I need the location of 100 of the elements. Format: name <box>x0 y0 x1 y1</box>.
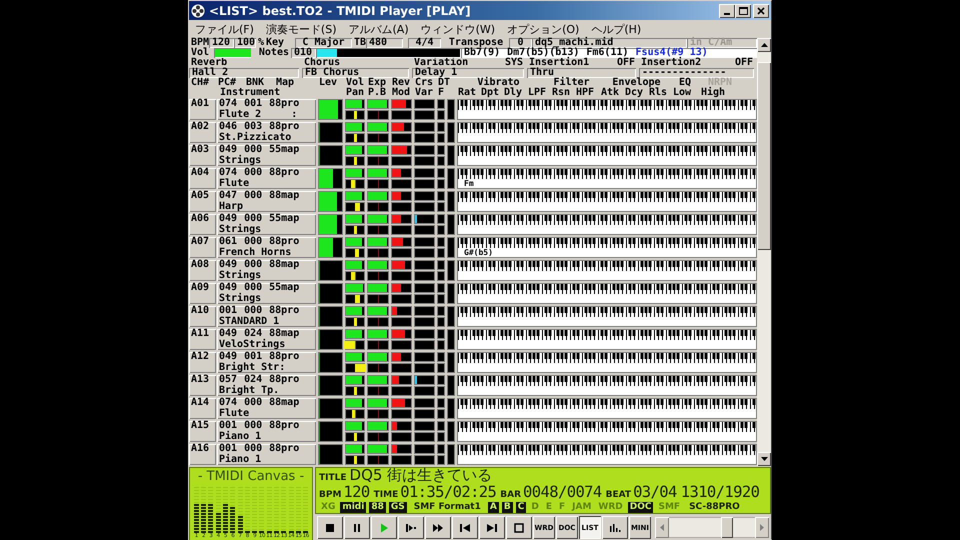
key-label: Key <box>266 38 284 48</box>
column-header: Rev <box>391 78 412 88</box>
detune-meter <box>437 145 445 155</box>
bank-number: 000 <box>244 444 262 454</box>
effect-value: Delay 1 <box>412 68 524 78</box>
column-header: Dpt <box>480 88 500 98</box>
filter-meter <box>447 375 455 396</box>
instrument-name: Flute 2 : <box>219 110 298 120</box>
bank-number: 000 <box>244 237 262 247</box>
map-name: 55map <box>269 283 300 294</box>
bank-number: 000 <box>244 306 262 316</box>
menu-item[interactable]: ヘルプ(H) <box>585 22 648 36</box>
effect-tag: OFF <box>616 58 635 68</box>
fine-meter <box>437 294 445 304</box>
percent-sign: % <box>257 38 264 48</box>
variation-meter <box>414 179 435 189</box>
map-name: 88pro <box>269 122 300 132</box>
fine-meter <box>437 156 445 166</box>
detune-meter <box>437 375 445 385</box>
column-header: Map <box>276 78 296 88</box>
status-label: D <box>530 502 540 513</box>
instrument-name: Strings <box>219 294 262 304</box>
filter-meter <box>447 145 455 166</box>
tb-value: 480 <box>366 38 403 48</box>
fine-meter <box>437 409 445 419</box>
channel-cell: A14 <box>189 398 216 419</box>
detune-meter <box>437 168 445 178</box>
bar-chart-button[interactable] <box>602 516 628 539</box>
column-header: DT <box>438 78 452 88</box>
fast-forward-icon <box>432 522 444 532</box>
instrument-name: Strings <box>219 156 262 166</box>
window-icon <box>513 522 525 532</box>
vertical-scrollbar[interactable] <box>757 38 771 466</box>
map-name: 88pro <box>269 375 300 386</box>
minimize-button[interactable] <box>719 4 735 18</box>
filter-meter <box>447 191 455 212</box>
instrument-name: St.Pizzicato <box>219 132 292 143</box>
column-header: Instrument <box>219 88 280 98</box>
time-signature: 4/4 <box>408 38 441 48</box>
effect-tag: OFF <box>734 58 753 68</box>
skip-forward-icon <box>486 522 498 532</box>
detune-meter <box>437 260 445 270</box>
close-button[interactable] <box>753 4 769 18</box>
status-label: B <box>502 502 513 513</box>
variation-meter <box>414 340 435 350</box>
variation-meter <box>414 248 435 258</box>
position-slider[interactable] <box>655 517 769 538</box>
detune-meter <box>437 283 445 293</box>
skip-back-button[interactable] <box>452 516 478 539</box>
filter-meter <box>447 306 455 327</box>
instrument-name: Piano 1 <box>219 454 262 465</box>
map-name: 88pro <box>269 421 300 432</box>
minimize-icon <box>724 12 730 14</box>
maximize-button[interactable] <box>735 4 751 18</box>
skip-forward-button[interactable] <box>479 516 505 539</box>
notes-label: Notes <box>258 48 290 58</box>
filter-meter <box>447 99 455 120</box>
window-title: <LIST> best.TO2 - TMIDI Player [PLAY] <box>209 4 471 18</box>
map-name: 88map <box>269 260 300 270</box>
channel-cell: A12 <box>189 352 216 373</box>
menu-item[interactable]: 演奏モード(S) <box>260 22 342 36</box>
program-number: 049 <box>219 145 238 155</box>
menu-item[interactable]: ファイル(F) <box>189 22 260 36</box>
bank-number: 000 <box>244 260 262 270</box>
slider-thumb[interactable] <box>720 517 733 538</box>
channel-cell: A06 <box>189 214 216 235</box>
menu-item[interactable]: オプション(O) <box>501 22 586 36</box>
fine-meter <box>437 340 445 350</box>
variation-meter <box>414 156 435 166</box>
column-header: High <box>700 88 726 98</box>
step-forward-button[interactable] <box>398 516 424 539</box>
detune-meter <box>437 122 445 132</box>
transpose-label: Transpose <box>448 38 504 48</box>
instrument-name: Bright Tp. <box>219 386 280 396</box>
channel-cell: A07 <box>189 237 216 258</box>
chorus-meter <box>414 352 435 362</box>
channel-cell: A02 <box>189 122 216 143</box>
key-value: C Major <box>295 38 352 48</box>
menu-item[interactable]: ウィンドウ(W) <box>414 22 502 36</box>
tb-label: TB <box>353 38 366 48</box>
bank-number: 000 <box>244 283 262 293</box>
chord-label: G#(b5) <box>464 248 493 257</box>
pause-icon <box>351 522 363 532</box>
detune-meter <box>437 306 445 316</box>
fine-meter <box>437 363 445 373</box>
fast-forward-button[interactable] <box>425 516 451 539</box>
play-button[interactable] <box>371 516 397 539</box>
column-header: Envelope <box>612 78 661 88</box>
chorus-meter <box>414 283 435 293</box>
column-header: Rls <box>649 88 668 98</box>
column-header: Rat <box>457 88 478 98</box>
bpm-value: 120 <box>209 38 234 48</box>
window-button[interactable] <box>506 516 532 539</box>
filter-meter <box>447 352 455 373</box>
column-header: Lev <box>318 78 338 88</box>
menu-item[interactable]: アルバム(A) <box>342 22 415 36</box>
stop-button[interactable] <box>317 516 343 539</box>
pause-button[interactable] <box>344 516 370 539</box>
channel-cell: A11 <box>189 329 216 350</box>
column-header: F <box>437 88 446 98</box>
